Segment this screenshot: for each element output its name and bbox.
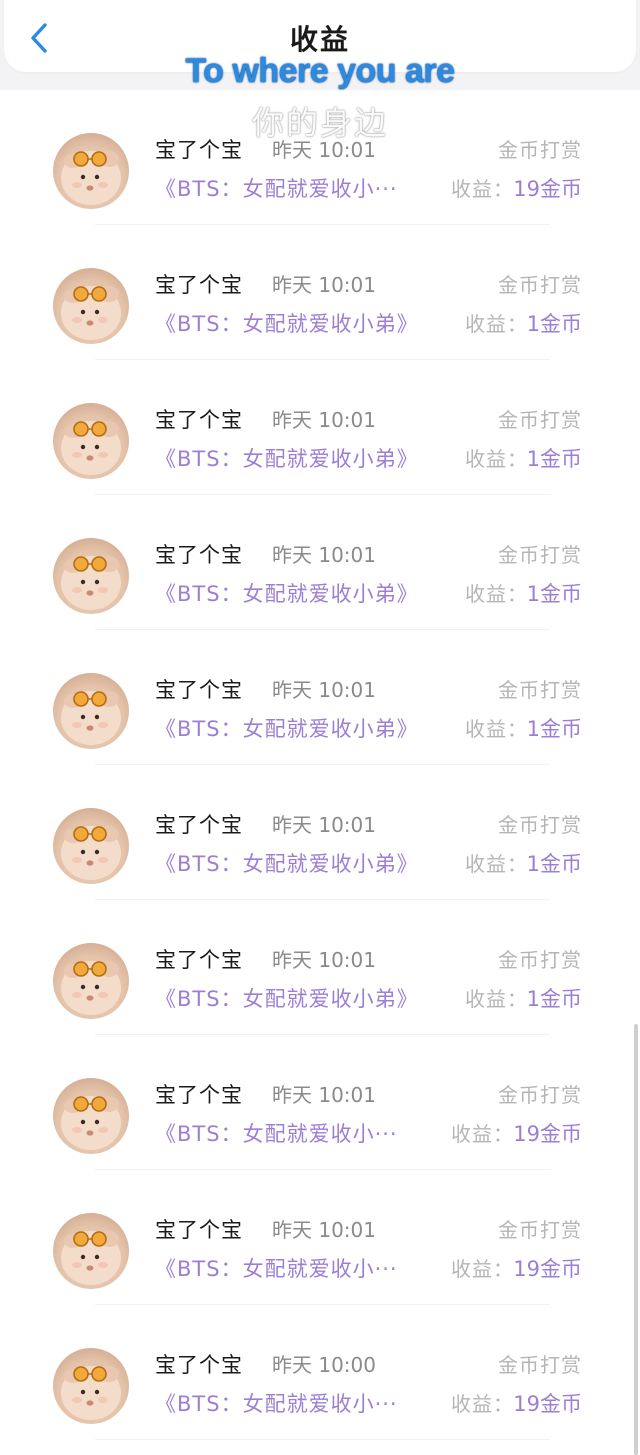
income-row[interactable]: 宝了个宝 昨天 10:01 金币打赏《BTS：女配就爱收小弟》 收益： 1金币 (0, 360, 640, 495)
reward-type: 金币打赏 (498, 813, 582, 837)
income-value: 19金币 (513, 1392, 582, 1416)
reward-type: 金币打赏 (498, 273, 582, 297)
timestamp: 昨天 10:01 (272, 543, 376, 567)
income-row[interactable]: 宝了个宝 昨天 10:01 金币打赏《BTS：女配就爱收小弟》 收益： 1金币 (0, 765, 640, 900)
reward-type: 金币打赏 (498, 1083, 582, 1107)
avatar[interactable] (53, 1078, 129, 1154)
income-value: 1金币 (526, 312, 582, 336)
income-value: 1金币 (526, 582, 582, 606)
book-title-link[interactable]: 《BTS：女配就爱收小弟》 (155, 443, 419, 473)
user-name: 宝了个宝 (155, 1353, 243, 1377)
income-row[interactable]: 宝了个宝 昨天 10:01 金币打赏《BTS：女配就爱收小弟》 收益： 1金币 (0, 900, 640, 1035)
income-value: 19金币 (513, 1122, 582, 1146)
income-label: 收益： (451, 1257, 514, 1281)
income-value: 1金币 (526, 447, 582, 471)
income-row[interactable]: 宝了个宝 昨天 10:01 金币打赏《BTS：女配就爱收小弟》 收益： 1金币 (0, 225, 640, 360)
income-label: 收益： (465, 447, 528, 471)
book-title-link[interactable]: 《BTS：女配就爱收小··· (155, 1118, 398, 1148)
timestamp: 昨天 10:01 (272, 408, 376, 432)
income-row[interactable]: 宝了个宝 昨天 10:01 金币打赏《BTS：女配就爱收小··· 收益： 19金币 (0, 1170, 640, 1305)
book-title-link[interactable]: 《BTS：女配就爱收小弟》 (155, 848, 419, 878)
income-row[interactable]: 宝了个宝 昨天 10:01 金币打赏《BTS：女配就爱收小··· 收益： 19金币 (0, 1035, 640, 1170)
row-divider (95, 1439, 550, 1440)
income-value: 1金币 (526, 852, 582, 876)
reward-type: 金币打赏 (498, 948, 582, 972)
reward-type: 金币打赏 (498, 678, 582, 702)
book-title-link[interactable]: 《BTS：女配就爱收小弟》 (155, 983, 419, 1013)
income-label: 收益： (465, 312, 528, 336)
income-value: 19金币 (513, 177, 582, 201)
book-title-link[interactable]: 《BTS：女配就爱收小弟》 (155, 578, 419, 608)
reward-type: 金币打赏 (498, 1353, 582, 1377)
scrollbar[interactable] (634, 1024, 638, 1455)
timestamp: 昨天 10:01 (272, 1083, 376, 1107)
watermark-chinese: 你的身边 (251, 104, 388, 142)
timestamp: 昨天 10:01 (272, 948, 376, 972)
avatar[interactable] (53, 268, 129, 344)
timestamp: 昨天 10:00 (272, 1353, 376, 1377)
income-label: 收益： (451, 177, 514, 201)
income-row[interactable]: 宝了个宝 昨天 10:00 金币打赏《BTS：女配就爱收小··· 收益： 19金币 (0, 1305, 640, 1440)
income-list: 宝了个宝 昨天 10:01 金币打赏 《BTS：女配就爱收小··· 收益： 19金币 宝了… (0, 90, 640, 1455)
user-name: 宝了个宝 (155, 948, 243, 972)
reward-type: 金币打赏 (498, 408, 582, 432)
income-row[interactable]: 宝了个宝 昨天 10:01 金币打赏《BTS：女配就爱收小弟》 收益： 1金币 (0, 630, 640, 765)
user-name: 宝了个宝 (155, 678, 243, 702)
reward-type: 金币打赏 (498, 543, 582, 567)
book-title-link[interactable]: 《BTS：女配就爱收小弟》 (155, 713, 419, 743)
book-title-link[interactable]: 《BTS：女配就爱收小弟》 (155, 308, 419, 338)
avatar[interactable] (53, 538, 129, 614)
avatar[interactable] (53, 1213, 129, 1289)
timestamp: 昨天 10:01 (272, 678, 376, 702)
watermark-english: To where you are (185, 52, 455, 90)
income-label: 收益： (451, 1392, 514, 1416)
book-title-link[interactable]: 《BTS：女配就爱收小··· (155, 1388, 398, 1418)
timestamp: 昨天 10:01 (272, 273, 376, 297)
avatar[interactable] (53, 133, 129, 209)
income-value: 1金币 (526, 987, 582, 1011)
income-row[interactable]: 宝了个宝 昨天 10:01 金币打赏《BTS：女配就爱收小弟》 收益： 1金币 (0, 495, 640, 630)
income-label: 收益： (465, 852, 528, 876)
income-value: 1金币 (526, 717, 582, 741)
income-value: 19金币 (513, 1257, 582, 1281)
user-name: 宝了个宝 (155, 1218, 243, 1242)
income-label: 收益： (451, 1122, 514, 1146)
user-name: 宝了个宝 (155, 813, 243, 837)
user-name: 宝了个宝 (155, 273, 243, 297)
book-title-link[interactable]: 《BTS：女配就爱收小··· (155, 1253, 398, 1283)
income-label: 收益： (465, 717, 528, 741)
user-name: 宝了个宝 (155, 408, 243, 432)
timestamp: 昨天 10:01 (272, 1218, 376, 1242)
income-label: 收益： (465, 987, 528, 1011)
timestamp: 昨天 10:01 (272, 813, 376, 837)
avatar[interactable] (53, 1348, 129, 1424)
user-name: 宝了个宝 (155, 543, 243, 567)
avatar[interactable] (53, 943, 129, 1019)
user-name: 宝了个宝 (155, 1083, 243, 1107)
income-label: 收益： (465, 582, 528, 606)
reward-type: 金币打赏 (498, 1218, 582, 1242)
avatar[interactable] (53, 403, 129, 479)
book-title-link[interactable]: 《BTS：女配就爱收小··· (155, 173, 398, 203)
avatar[interactable] (53, 673, 129, 749)
avatar[interactable] (53, 808, 129, 884)
